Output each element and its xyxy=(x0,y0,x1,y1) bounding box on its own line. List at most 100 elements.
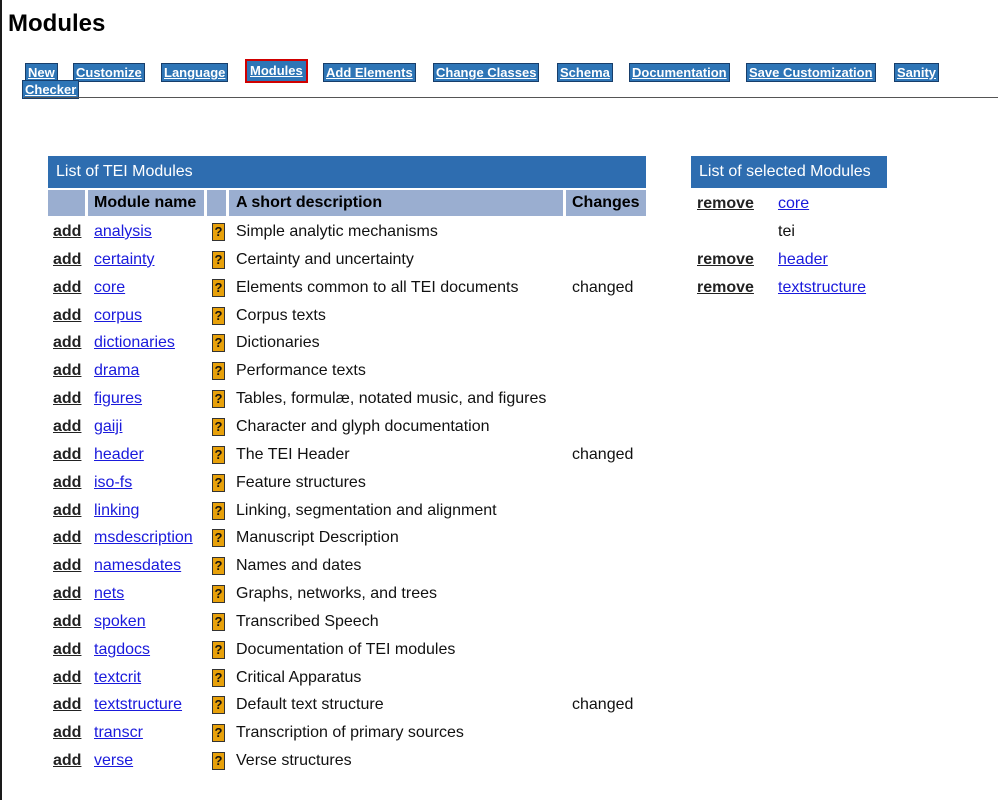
add-module-link[interactable]: add xyxy=(53,608,81,636)
module-name-link[interactable]: core xyxy=(94,274,125,302)
module-name-link[interactable]: corpus xyxy=(94,302,142,330)
nav-modules-button[interactable]: Modules xyxy=(245,59,308,83)
module-description: Feature structures xyxy=(236,473,366,491)
list-item: remove header xyxy=(692,246,892,274)
modules-table-header: Module name A short description Changes xyxy=(48,190,646,216)
nav-add-elements-button[interactable]: Add Elements xyxy=(323,63,416,82)
nav-documentation-button[interactable]: Documentation xyxy=(629,63,730,82)
modules-panel-title: List of TEI Modules xyxy=(48,156,646,188)
add-module-link[interactable]: add xyxy=(53,552,81,580)
help-icon[interactable]: ? xyxy=(212,362,225,381)
nav-schema-button[interactable]: Schema xyxy=(557,63,613,82)
module-name-link[interactable]: msdescription xyxy=(94,524,193,552)
selected-module-link[interactable]: core xyxy=(778,190,809,218)
remove-module-link[interactable]: remove xyxy=(697,190,754,218)
module-name-link[interactable]: verse xyxy=(94,747,133,775)
selected-module-link[interactable]: header xyxy=(778,246,828,274)
help-icon[interactable]: ? xyxy=(212,668,225,687)
table-row: add transcr? Transcription of primary sour… xyxy=(48,719,648,747)
add-module-link[interactable]: add xyxy=(53,664,81,692)
module-name-link[interactable]: gaiji xyxy=(94,413,122,441)
help-icon[interactable]: ? xyxy=(212,640,225,659)
module-changes-status: changed xyxy=(572,278,634,296)
nav-sanity-checker-button[interactable]: Sanity xyxy=(894,63,940,82)
help-icon[interactable]: ? xyxy=(212,473,225,492)
remove-module-link[interactable]: remove xyxy=(697,274,754,302)
module-name-link[interactable]: textcrit xyxy=(94,664,141,692)
module-description: Critical Apparatus xyxy=(236,668,362,686)
module-description: Certainty and uncertainty xyxy=(236,250,414,268)
module-description: Manuscript Description xyxy=(236,529,399,547)
module-name-link[interactable]: drama xyxy=(94,357,139,385)
selected-module-link[interactable]: textstructure xyxy=(778,274,866,302)
add-module-link[interactable]: add xyxy=(53,524,81,552)
module-name-link[interactable]: textstructure xyxy=(94,691,182,719)
module-name-link[interactable]: header xyxy=(94,441,144,469)
help-icon[interactable]: ? xyxy=(212,278,225,297)
table-row: add linking? Linking, segmentation and ali… xyxy=(48,497,648,525)
table-row: add msdescription? Manuscript Description xyxy=(48,524,648,552)
module-description: Character and glyph documentation xyxy=(236,417,490,435)
add-module-link[interactable]: add xyxy=(53,691,81,719)
help-icon[interactable]: ? xyxy=(212,223,225,241)
module-description: Corpus texts xyxy=(236,306,326,324)
add-module-link[interactable]: add xyxy=(53,497,81,525)
help-icon[interactable]: ? xyxy=(212,724,225,743)
table-row: add certainty? Certainty and uncertainty xyxy=(48,246,648,274)
nav-save-customization-button[interactable]: Save Customization xyxy=(746,63,876,82)
nav-change-classes-button[interactable]: Change Classes xyxy=(433,63,540,82)
module-name-link[interactable]: analysis xyxy=(94,218,152,246)
table-row: add tagdocs? Documentation of TEI modules xyxy=(48,636,648,664)
module-name-link[interactable]: dictionaries xyxy=(94,329,175,357)
help-icon[interactable]: ? xyxy=(212,529,225,548)
header-separator xyxy=(226,190,229,216)
module-name-link[interactable]: figures xyxy=(94,385,142,413)
module-name-link[interactable]: transcr xyxy=(94,719,143,747)
remove-module-link[interactable]: remove xyxy=(697,246,754,274)
add-module-link[interactable]: add xyxy=(53,329,81,357)
module-name-link[interactable]: iso-fs xyxy=(94,469,132,497)
add-module-link[interactable]: add xyxy=(53,747,81,775)
add-module-link[interactable]: add xyxy=(53,441,81,469)
add-module-link[interactable]: add xyxy=(53,385,81,413)
module-name-link[interactable]: nets xyxy=(94,580,124,608)
help-icon[interactable]: ? xyxy=(212,557,225,576)
table-row: add namesdates? Names and dates xyxy=(48,552,648,580)
add-module-link[interactable]: add xyxy=(53,218,81,246)
help-icon[interactable]: ? xyxy=(212,752,225,771)
add-module-link[interactable]: add xyxy=(53,413,81,441)
table-row: add figures? Tables, formulæ, notated musi… xyxy=(48,385,648,413)
help-icon[interactable]: ? xyxy=(212,250,225,269)
nav-divider xyxy=(24,97,998,98)
help-icon[interactable]: ? xyxy=(212,334,225,353)
add-module-link[interactable]: add xyxy=(53,636,81,664)
table-row: add analysis? Simple analytic mechanisms xyxy=(48,218,648,246)
add-module-link[interactable]: add xyxy=(53,469,81,497)
add-module-link[interactable]: add xyxy=(53,580,81,608)
help-icon[interactable]: ? xyxy=(212,612,225,631)
main-nav: New Customize Language Modules Add Eleme… xyxy=(0,0,1008,100)
module-name-link[interactable]: namesdates xyxy=(94,552,181,580)
module-name-link[interactable]: certainty xyxy=(94,246,154,274)
add-module-link[interactable]: add xyxy=(53,357,81,385)
table-row: add corpus? Corpus texts xyxy=(48,302,648,330)
module-description: The TEI Header xyxy=(236,445,350,463)
help-icon[interactable]: ? xyxy=(212,390,225,409)
help-icon[interactable]: ? xyxy=(212,696,225,715)
module-name-link[interactable]: spoken xyxy=(94,608,146,636)
help-icon[interactable]: ? xyxy=(212,417,225,436)
add-module-link[interactable]: add xyxy=(53,719,81,747)
help-icon[interactable]: ? xyxy=(212,585,225,604)
module-name-link[interactable]: tagdocs xyxy=(94,636,150,664)
help-icon[interactable]: ? xyxy=(212,501,225,520)
help-icon[interactable]: ? xyxy=(212,445,225,464)
list-item: remove textstructure xyxy=(692,274,892,302)
add-module-link[interactable]: add xyxy=(53,302,81,330)
list-item: remove core xyxy=(692,190,892,218)
add-module-link[interactable]: add xyxy=(53,246,81,274)
help-icon[interactable]: ? xyxy=(212,306,225,325)
module-name-link[interactable]: linking xyxy=(94,497,139,525)
nav-customize-button[interactable]: Customize xyxy=(73,63,145,82)
add-module-link[interactable]: add xyxy=(53,274,81,302)
nav-language-button[interactable]: Language xyxy=(161,63,229,82)
